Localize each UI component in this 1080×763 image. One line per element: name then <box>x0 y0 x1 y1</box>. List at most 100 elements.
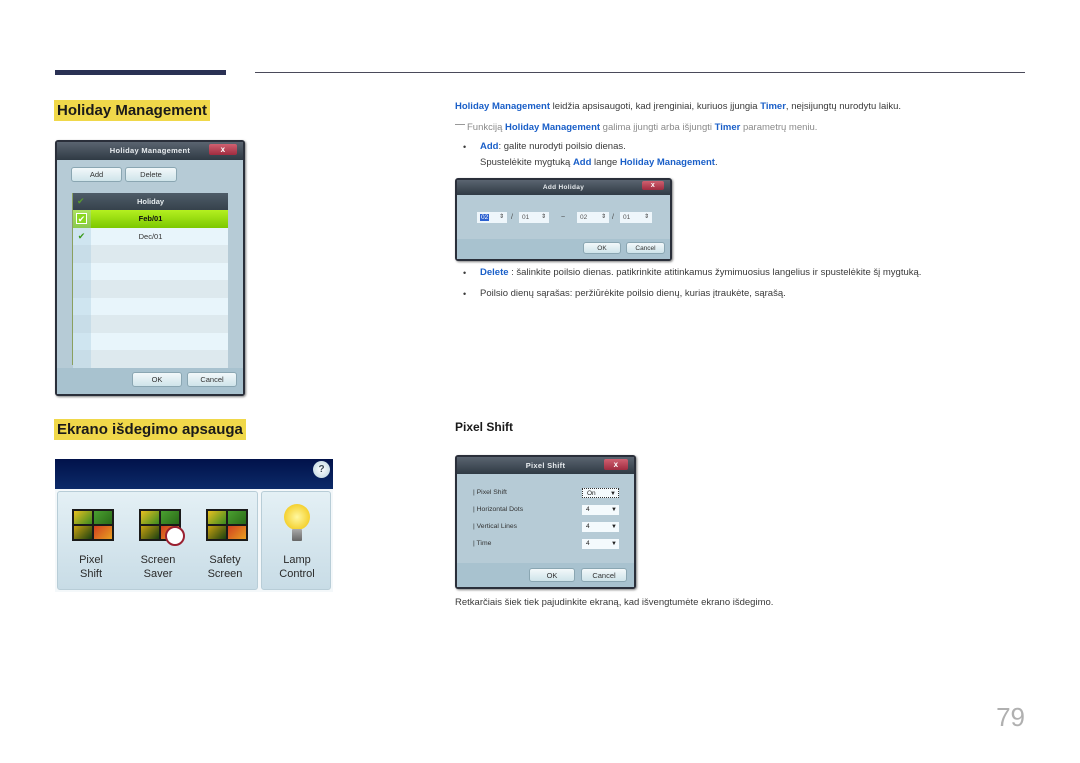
bullet-dot-icon: • <box>463 268 467 278</box>
cancel-button[interactable]: Cancel <box>626 242 665 254</box>
holiday-row-empty <box>73 315 228 333</box>
dialog-titlebar: Pixel Shift x <box>457 457 634 474</box>
screen-saver-label: Screen Saver <box>140 554 176 580</box>
burn-group-lamp: Lamp Control <box>261 491 331 590</box>
spinner-arrows-icon[interactable]: ⇕ <box>601 212 606 223</box>
pixel-shift-field-label: | Vertical Lines <box>473 523 518 530</box>
check-column <box>73 315 91 333</box>
note-dash-icon <box>455 124 465 125</box>
dropdown-arrow-icon[interactable]: ▼ <box>611 522 617 532</box>
bullet-add: Add: galite nurodyti poilsio dienas. <box>480 140 626 154</box>
dialog-title: Pixel Shift <box>525 461 566 470</box>
safety-screen-button[interactable]: Safety Screen <box>192 492 258 590</box>
end-month-spinner[interactable]: 02 ⇕ <box>577 212 609 223</box>
holiday-row[interactable]: ✔ Dec/01 <box>73 227 228 245</box>
check-column <box>73 262 91 280</box>
pixel-shift-button[interactable]: Pixel Shift <box>58 492 124 590</box>
holiday-row-empty <box>73 350 228 368</box>
holiday-row-empty <box>73 262 228 280</box>
holiday-row[interactable]: ✔ Feb/01 <box>73 210 228 228</box>
burn-protection-heading: Ekrano išdegimo apsauga <box>54 419 246 440</box>
note-text-1: galima įjungti arba išjungti <box>600 122 715 133</box>
pixel-shift-field-select[interactable]: 4 ▼ <box>582 505 619 515</box>
holiday-intro: Holiday Management leidžia apsisaugoti, … <box>455 100 901 114</box>
holiday-date: Feb/01 <box>138 214 163 223</box>
safety-screen-icon <box>206 509 248 541</box>
check-column <box>73 350 91 368</box>
cancel-button[interactable]: Cancel <box>581 568 627 582</box>
range-separator: ~ <box>561 214 566 221</box>
end-month-value: 02 <box>580 214 588 221</box>
spinner-arrows-icon[interactable]: ⇕ <box>644 212 649 223</box>
dropdown-arrow-icon[interactable]: ▼ <box>610 489 616 499</box>
cancel-button[interactable]: Cancel <box>187 372 237 387</box>
pixel-shift-field-select[interactable]: 4 ▼ <box>582 522 619 532</box>
check-column <box>73 332 91 350</box>
start-month-spinner[interactable]: 02 ⇕ <box>477 212 507 223</box>
pixel-shift-icon <box>72 509 114 541</box>
pixel-shift-field-label: | Horizontal Dots <box>473 506 524 513</box>
add-line2-hl-add: Add <box>572 157 592 168</box>
lamp-control-label: Lamp Control <box>279 554 315 580</box>
dialog-titlebar: Holiday Management x <box>57 142 243 160</box>
spinner-arrows-icon[interactable]: ⇕ <box>499 212 504 223</box>
lamp-control-button[interactable]: Lamp Control <box>262 492 332 590</box>
intro-text-1: leidžia apsisaugoti, kad įrenginiai, kur… <box>550 101 761 112</box>
dialog-titlebar: Add Holiday x <box>457 180 670 195</box>
ok-button[interactable]: OK <box>132 372 182 387</box>
burn-group-main: Pixel Shift Screen Saver Safety Screen <box>57 491 258 590</box>
hl-timer: Timer <box>760 101 786 112</box>
holiday-row-empty <box>73 280 228 298</box>
pixel-shift-dialog: Pixel Shift x | Pixel Shift On ▼ | Horizont… <box>455 455 636 589</box>
bullet-delete: Delete : šalinkite poilsio dienas. patik… <box>480 266 921 280</box>
select-value: 4 <box>586 523 590 530</box>
checkbox-checked-icon[interactable]: ✔ <box>76 231 87 242</box>
hl-holiday-management: Holiday Management <box>455 101 551 112</box>
end-day-spinner[interactable]: 01 ⇕ <box>620 212 652 223</box>
burn-protection-panel: ? Pixel Shift Screen Saver Safety Screen La… <box>55 459 333 592</box>
pixel-shift-field-select[interactable]: On ▼ <box>582 488 619 498</box>
holiday-list: ✔ Holiday ✔ Feb/01 ✔ Dec/01 <box>72 193 228 368</box>
start-day-spinner[interactable]: 01 ⇕ <box>519 212 549 223</box>
help-icon[interactable]: ? <box>313 461 330 478</box>
add-line2-hl-hm: Holiday Management <box>619 157 715 168</box>
dialog-title: Holiday Management <box>109 146 191 155</box>
add-button[interactable]: Add <box>71 167 122 182</box>
holiday-row-empty <box>73 332 228 350</box>
delete-keyword: Delete <box>480 267 509 278</box>
intro-text-2: , neįsijungtų nurodytu laiku. <box>785 101 902 112</box>
select-all-check-icon[interactable]: ✔ <box>77 193 85 210</box>
close-icon[interactable]: x <box>642 181 664 190</box>
close-icon[interactable]: x <box>209 144 237 155</box>
end-day-value: 01 <box>623 214 631 221</box>
bullet-dot-icon: • <box>463 142 467 152</box>
delete-button[interactable]: Delete <box>125 167 177 182</box>
ok-button[interactable]: OK <box>583 242 621 254</box>
column-header-holiday: Holiday <box>136 197 165 206</box>
note-hl-holiday: Holiday Management <box>505 122 601 133</box>
date-separator: / <box>612 214 614 221</box>
spinner-arrows-icon[interactable]: ⇕ <box>541 212 546 223</box>
screen-saver-button[interactable]: Screen Saver <box>125 492 191 590</box>
start-day-value: 01 <box>522 214 530 221</box>
check-column <box>73 297 91 315</box>
pixel-shift-subheading: Pixel Shift <box>455 420 514 434</box>
dropdown-arrow-icon[interactable]: ▼ <box>611 539 617 549</box>
dialog-title: Add Holiday <box>542 184 585 191</box>
pixel-shift-field-select[interactable]: 4 ▼ <box>582 539 619 549</box>
dropdown-arrow-icon[interactable]: ▼ <box>611 505 617 515</box>
add-keyword: Add <box>480 141 499 152</box>
lightbulb-icon <box>284 504 310 530</box>
pixel-shift-field-label: | Pixel Shift <box>473 489 507 496</box>
holiday-management-dialog: Holiday Management x Add Delete ✔ Holida… <box>55 140 245 396</box>
check-column <box>73 280 91 298</box>
checkbox-checked-icon[interactable]: ✔ <box>76 213 87 224</box>
bullet-holiday-list: Poilsio dienų sąrašas: peržiūrėkite poil… <box>480 288 786 299</box>
add-text: : galite nurodyti poilsio dienas. <box>498 141 626 152</box>
close-icon[interactable]: x <box>604 459 628 470</box>
ok-button[interactable]: OK <box>529 568 575 582</box>
pixel-shift-label: Pixel Shift <box>79 554 103 580</box>
delete-text: : šalinkite poilsio dienas. patikrinkite… <box>508 267 922 278</box>
holiday-row-empty <box>73 297 228 315</box>
holiday-date: Dec/01 <box>138 231 163 241</box>
